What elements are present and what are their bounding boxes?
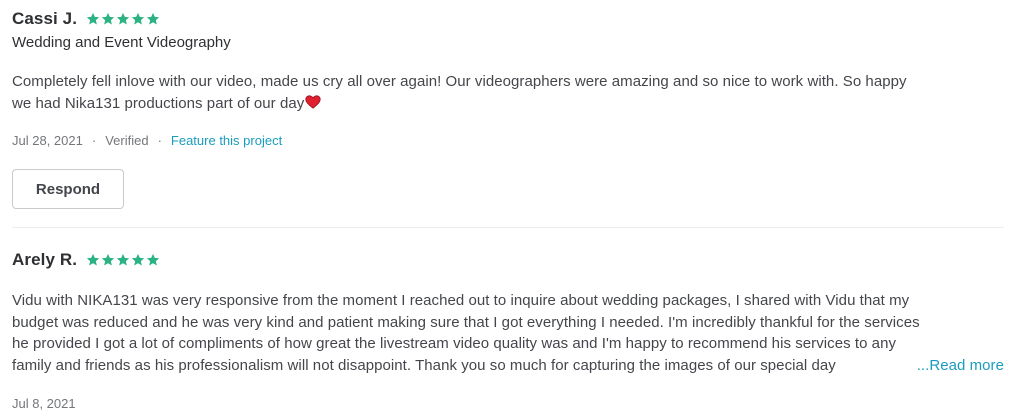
star-icon: [86, 253, 100, 267]
service-category: Wedding and Event Videography: [12, 34, 231, 51]
reviewer-name: Cassi J.: [12, 9, 78, 28]
star-rating: [86, 253, 160, 267]
review-text-line-truncated: family and friends as his professionalis…: [12, 354, 1004, 376]
star-icon: [86, 12, 100, 26]
review-text: Vidu with NIKA131 was very responsive fr…: [12, 290, 1004, 376]
meta-separator: ·: [91, 133, 97, 148]
reviewer-name: Arely R.: [12, 250, 78, 269]
review-text-line: Completely fell inlove with our video, m…: [12, 73, 907, 90]
review-date: Jul 8, 2021: [12, 396, 76, 411]
heart-emoji-icon: [305, 94, 321, 109]
review-date: Jul 28, 2021: [12, 133, 83, 148]
review-header: Cassi J.: [12, 7, 1004, 31]
read-more-link[interactable]: ...Read more: [912, 354, 1004, 376]
review-card: Cassi J. Wedding and Event Videography: [12, 7, 1004, 51]
review-meta: Jul 8, 2021: [12, 396, 1004, 411]
review-text-line: budget was reduced and he was very kind …: [12, 313, 920, 331]
text-fade: [878, 354, 908, 376]
star-icon: [131, 12, 145, 26]
review-header: Arely R.: [12, 248, 1004, 272]
star-icon: [146, 253, 160, 267]
star-icon: [116, 253, 130, 267]
star-icon: [146, 12, 160, 26]
review-text-line: he provided I got a lot of compliments o…: [12, 335, 897, 352]
review-meta: Jul 28, 2021 · Verified · Feature this p…: [12, 133, 1004, 148]
verified-label: Verified: [105, 133, 149, 148]
review-text-line: we had Nika131 productions part of our d…: [12, 93, 1004, 115]
feature-project-link[interactable]: Feature this project: [171, 133, 282, 148]
star-icon: [101, 12, 115, 26]
respond-button[interactable]: Respond: [12, 169, 124, 209]
review-card: Arely R.: [12, 248, 1004, 272]
review-text: Completely fell inlove with our video, m…: [12, 71, 1004, 114]
star-rating: [86, 12, 160, 26]
meta-separator: ·: [157, 133, 162, 148]
star-icon: [116, 12, 130, 26]
star-icon: [131, 253, 145, 267]
star-icon: [101, 253, 115, 267]
review-divider: [12, 227, 1004, 228]
review-text-line: Vidu with NIKA131 was very responsive fr…: [12, 292, 910, 309]
